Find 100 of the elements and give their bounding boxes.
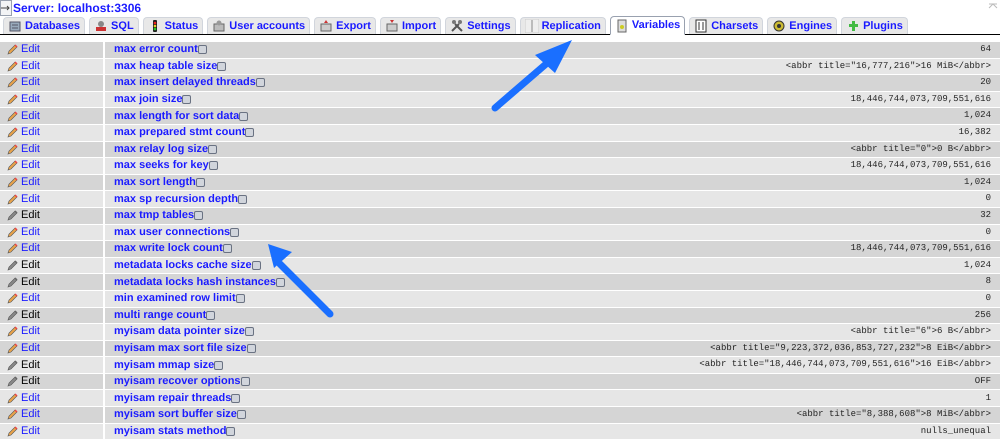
edit-link[interactable]: Edit [6, 308, 40, 322]
help-icon[interactable] [252, 261, 261, 270]
variable-name[interactable]: max write lock count [114, 242, 223, 256]
variable-value: 0 [986, 292, 991, 305]
help-icon[interactable] [182, 95, 192, 104]
edit-link[interactable]: Edit [6, 142, 40, 156]
edit-link[interactable]: Edit [6, 192, 40, 206]
edit-link[interactable]: Edit [6, 226, 40, 239]
variable-value: <abbr title="9,223,372,036,853,727,232">8 EiB</abbr> [710, 342, 991, 355]
variable-name[interactable]: min examined row limit [114, 292, 236, 306]
variable-name[interactable]: metadata locks cache size [114, 259, 252, 272]
edit-link[interactable]: Edit [6, 408, 40, 422]
variable-name[interactable]: myisam recover options [114, 375, 241, 388]
variable-value: 1,024 [964, 258, 991, 272]
variable-value: <abbr title="16,777,216">16 MiB</abbr> [786, 60, 991, 73]
tab[interactable]: User accounts [207, 17, 310, 34]
help-icon[interactable] [194, 211, 204, 220]
variable-name[interactable]: metadata locks hash instances [114, 276, 276, 289]
edit-link[interactable]: Edit [6, 176, 40, 190]
edit-link[interactable]: Edit [6, 375, 40, 388]
pencil-icon [6, 276, 19, 289]
document-icon [614, 18, 629, 32]
help-icon[interactable] [198, 45, 207, 54]
tab[interactable]: Plugins [841, 17, 908, 34]
variable-name[interactable]: myisam data pointer size [114, 325, 245, 338]
edit-link[interactable]: Edit [6, 76, 40, 90]
edit-link[interactable]: Edit [6, 325, 40, 338]
tab[interactable]: Variables [610, 16, 686, 35]
variable-name[interactable]: myisam max sort file size [114, 342, 247, 355]
tab[interactable]: SQL [89, 17, 139, 34]
variable-value: 1,024 [964, 176, 991, 189]
pencil-icon [6, 226, 19, 239]
pencil-icon [6, 76, 19, 90]
tab[interactable]: Replication [520, 17, 606, 34]
arrow-icon [1, 5, 11, 11]
variable-name[interactable]: max length for sort data [114, 110, 240, 123]
tab[interactable]: Import [380, 17, 442, 34]
pencil-icon [6, 342, 19, 355]
help-icon[interactable] [214, 360, 224, 370]
tools-icon [450, 19, 464, 33]
variable-name[interactable]: max user connections [114, 226, 230, 239]
variable-value: <abbr title="6">6 B</abbr> [850, 325, 991, 338]
edit-link[interactable]: Edit [6, 126, 40, 140]
help-icon[interactable] [236, 294, 245, 304]
help-icon[interactable] [206, 310, 216, 320]
tab[interactable]: Export [314, 17, 376, 34]
tab[interactable]: Status [142, 17, 204, 34]
help-icon[interactable] [276, 278, 286, 287]
edit-link[interactable]: Edit [6, 392, 40, 405]
collapse-button[interactable] [0, 0, 12, 16]
variable-value: 256 [974, 308, 991, 322]
edit-link[interactable]: Edit [6, 342, 40, 355]
edit-link[interactable]: Edit [6, 159, 40, 172]
tab[interactable]: Engines [767, 17, 838, 34]
variable-value: <abbr title="0">0 B</abbr> [850, 142, 991, 156]
help-icon[interactable] [256, 78, 265, 88]
help-icon[interactable] [238, 194, 248, 204]
variable-value: 1 [986, 392, 991, 405]
variable-name[interactable]: max join size [114, 93, 182, 106]
pencil-icon [6, 142, 19, 156]
edit-link[interactable]: Edit [6, 242, 40, 256]
pencil-icon [6, 424, 19, 438]
tab[interactable]: Settings [445, 17, 516, 34]
variable-value: <abbr title="8,388,608">8 MiB</abbr> [796, 408, 991, 422]
tab[interactable]: Charsets [689, 17, 764, 34]
variable-name[interactable]: myisam mmap size [114, 358, 214, 372]
variable-value: 18,446,744,073,709,551,616 [850, 159, 991, 172]
edit-link[interactable]: Edit [6, 292, 40, 306]
edit-link[interactable]: Edit [6, 209, 40, 222]
variable-name[interactable]: myisam stats method [114, 424, 226, 438]
edit-link[interactable]: Edit [6, 358, 40, 372]
edit-link[interactable]: Edit [6, 110, 40, 123]
variable-name[interactable]: max sp recursion depth [114, 192, 238, 206]
variable-value: 18,446,744,073,709,551,616 [850, 92, 991, 106]
database-icon [8, 19, 22, 33]
variable-name[interactable]: max sort length [114, 176, 196, 190]
variable-name[interactable]: max relay log size [114, 142, 208, 156]
edit-link[interactable]: Edit [6, 93, 40, 106]
tab[interactable]: Databases [3, 17, 86, 34]
variable-name[interactable]: max heap table size [114, 60, 218, 73]
pencil-icon [6, 292, 19, 306]
help-icon[interactable] [217, 62, 226, 71]
variable-name[interactable]: myisam sort buffer size [114, 408, 237, 422]
variable-name[interactable]: max error count [114, 43, 198, 56]
variable-name[interactable]: max seeks for key [114, 159, 209, 172]
pencil-icon [6, 159, 19, 172]
pencil-icon [6, 325, 19, 338]
pencil-icon [6, 242, 19, 256]
variable-name[interactable]: max insert delayed threads [114, 76, 256, 90]
edit-link[interactable]: Edit [6, 276, 40, 289]
edit-link[interactable]: Edit [6, 259, 40, 272]
pencil-icon [6, 358, 19, 372]
edit-link[interactable]: Edit [6, 43, 40, 56]
variable-name[interactable]: max tmp tables [114, 209, 194, 222]
variable-name[interactable]: myisam repair threads [114, 392, 232, 405]
variable-value: nulls_unequal [920, 424, 991, 438]
edit-link[interactable]: Edit [6, 424, 40, 438]
edit-link[interactable]: Edit [6, 60, 40, 73]
server-title[interactable]: Server: localhost:3306 [13, 1, 142, 15]
variable-value: 1,024 [964, 109, 991, 122]
